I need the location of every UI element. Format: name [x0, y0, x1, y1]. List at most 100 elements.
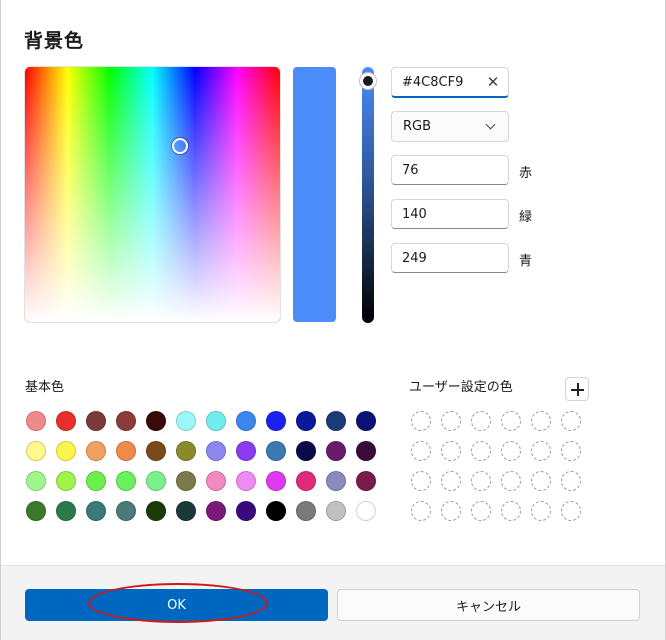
- window-edge-left: [0, 0, 1, 640]
- color-swatch[interactable]: [296, 471, 316, 491]
- color-swatch[interactable]: [86, 471, 106, 491]
- custom-color-slot[interactable]: [441, 441, 461, 461]
- color-swatch[interactable]: [26, 411, 46, 431]
- color-swatch[interactable]: [356, 411, 376, 431]
- color-swatch[interactable]: [266, 411, 286, 431]
- color-swatch[interactable]: [206, 471, 226, 491]
- color-swatch[interactable]: [236, 411, 256, 431]
- color-swatch[interactable]: [26, 471, 46, 491]
- close-icon[interactable]: ✕: [486, 75, 500, 90]
- color-swatch[interactable]: [56, 441, 76, 461]
- custom-color-slot[interactable]: [441, 411, 461, 431]
- custom-color-slot[interactable]: [411, 411, 431, 431]
- color-spectrum[interactable]: [25, 67, 280, 322]
- color-swatch[interactable]: [356, 501, 376, 521]
- custom-color-slot[interactable]: [561, 441, 581, 461]
- color-swatch[interactable]: [206, 441, 226, 461]
- custom-color-slot[interactable]: [501, 471, 521, 491]
- custom-colors-label: ユーザー設定の色: [409, 380, 513, 395]
- custom-color-slot[interactable]: [411, 471, 431, 491]
- chevron-down-icon: [485, 119, 496, 130]
- color-swatch[interactable]: [146, 441, 166, 461]
- color-swatch[interactable]: [146, 501, 166, 521]
- blue-field[interactable]: [391, 243, 509, 273]
- color-swatch[interactable]: [236, 471, 256, 491]
- color-swatch[interactable]: [266, 471, 286, 491]
- custom-color-slot[interactable]: [531, 501, 551, 521]
- custom-color-slot[interactable]: [561, 411, 581, 431]
- color-mode-value: RGB: [403, 119, 432, 134]
- custom-color-slot[interactable]: [531, 471, 551, 491]
- dialog-title: 背景色: [24, 30, 85, 52]
- cancel-button[interactable]: キャンセル: [337, 589, 640, 621]
- color-swatch[interactable]: [86, 411, 106, 431]
- blue-label: 青: [519, 254, 533, 269]
- color-swatch[interactable]: [326, 471, 346, 491]
- value-slider-thumb[interactable]: [360, 73, 376, 89]
- custom-color-slot[interactable]: [441, 471, 461, 491]
- color-swatch[interactable]: [176, 441, 196, 461]
- color-swatch[interactable]: [296, 411, 316, 431]
- custom-color-slot[interactable]: [471, 501, 491, 521]
- value-slider[interactable]: [362, 67, 374, 323]
- color-swatch[interactable]: [356, 441, 376, 461]
- color-swatch[interactable]: [56, 501, 76, 521]
- color-swatch[interactable]: [146, 471, 166, 491]
- color-swatch[interactable]: [86, 441, 106, 461]
- color-swatch[interactable]: [206, 501, 226, 521]
- basic-colors-label: 基本色: [25, 380, 65, 395]
- color-swatch[interactable]: [326, 441, 346, 461]
- color-mode-select[interactable]: RGB: [391, 111, 509, 142]
- color-swatch[interactable]: [356, 471, 376, 491]
- red-field[interactable]: [391, 155, 509, 185]
- color-swatch[interactable]: [176, 501, 196, 521]
- spectrum-fade-layer: [25, 67, 280, 322]
- custom-colors-grid: [411, 411, 581, 521]
- custom-color-slot[interactable]: [441, 501, 461, 521]
- custom-color-slot[interactable]: [561, 501, 581, 521]
- hex-field[interactable]: ✕: [391, 67, 509, 98]
- add-custom-color-button[interactable]: [565, 377, 589, 401]
- color-swatch[interactable]: [26, 501, 46, 521]
- color-preview: [293, 67, 336, 322]
- spectrum-cursor[interactable]: [172, 138, 188, 154]
- color-swatch[interactable]: [296, 441, 316, 461]
- custom-color-slot[interactable]: [501, 501, 521, 521]
- color-swatch[interactable]: [116, 411, 136, 431]
- green-input[interactable]: [392, 200, 508, 228]
- red-input[interactable]: [392, 156, 508, 184]
- color-swatch[interactable]: [206, 411, 226, 431]
- color-swatch[interactable]: [176, 471, 196, 491]
- custom-color-slot[interactable]: [531, 441, 551, 461]
- color-swatch[interactable]: [116, 441, 136, 461]
- ok-button[interactable]: OK: [25, 589, 328, 621]
- color-swatch[interactable]: [266, 441, 286, 461]
- green-field[interactable]: [391, 199, 509, 229]
- custom-color-slot[interactable]: [531, 411, 551, 431]
- color-swatch[interactable]: [236, 501, 256, 521]
- color-swatch[interactable]: [116, 501, 136, 521]
- color-swatch[interactable]: [146, 411, 166, 431]
- color-swatch[interactable]: [176, 411, 196, 431]
- custom-color-slot[interactable]: [471, 471, 491, 491]
- custom-color-slot[interactable]: [411, 441, 431, 461]
- custom-color-slot[interactable]: [501, 441, 521, 461]
- custom-color-slot[interactable]: [561, 471, 581, 491]
- blue-input[interactable]: [392, 244, 508, 272]
- color-swatch[interactable]: [56, 471, 76, 491]
- basic-colors-grid: [26, 411, 376, 521]
- custom-color-slot[interactable]: [501, 411, 521, 431]
- custom-color-slot[interactable]: [411, 501, 431, 521]
- color-swatch[interactable]: [326, 501, 346, 521]
- custom-color-slot[interactable]: [471, 411, 491, 431]
- color-swatch[interactable]: [266, 501, 286, 521]
- color-swatch[interactable]: [116, 471, 136, 491]
- custom-color-slot[interactable]: [471, 441, 491, 461]
- color-swatch[interactable]: [56, 411, 76, 431]
- color-swatch[interactable]: [326, 411, 346, 431]
- color-swatch[interactable]: [26, 441, 46, 461]
- color-swatch[interactable]: [296, 501, 316, 521]
- color-swatch[interactable]: [86, 501, 106, 521]
- green-label: 緑: [519, 210, 533, 225]
- color-swatch[interactable]: [236, 441, 256, 461]
